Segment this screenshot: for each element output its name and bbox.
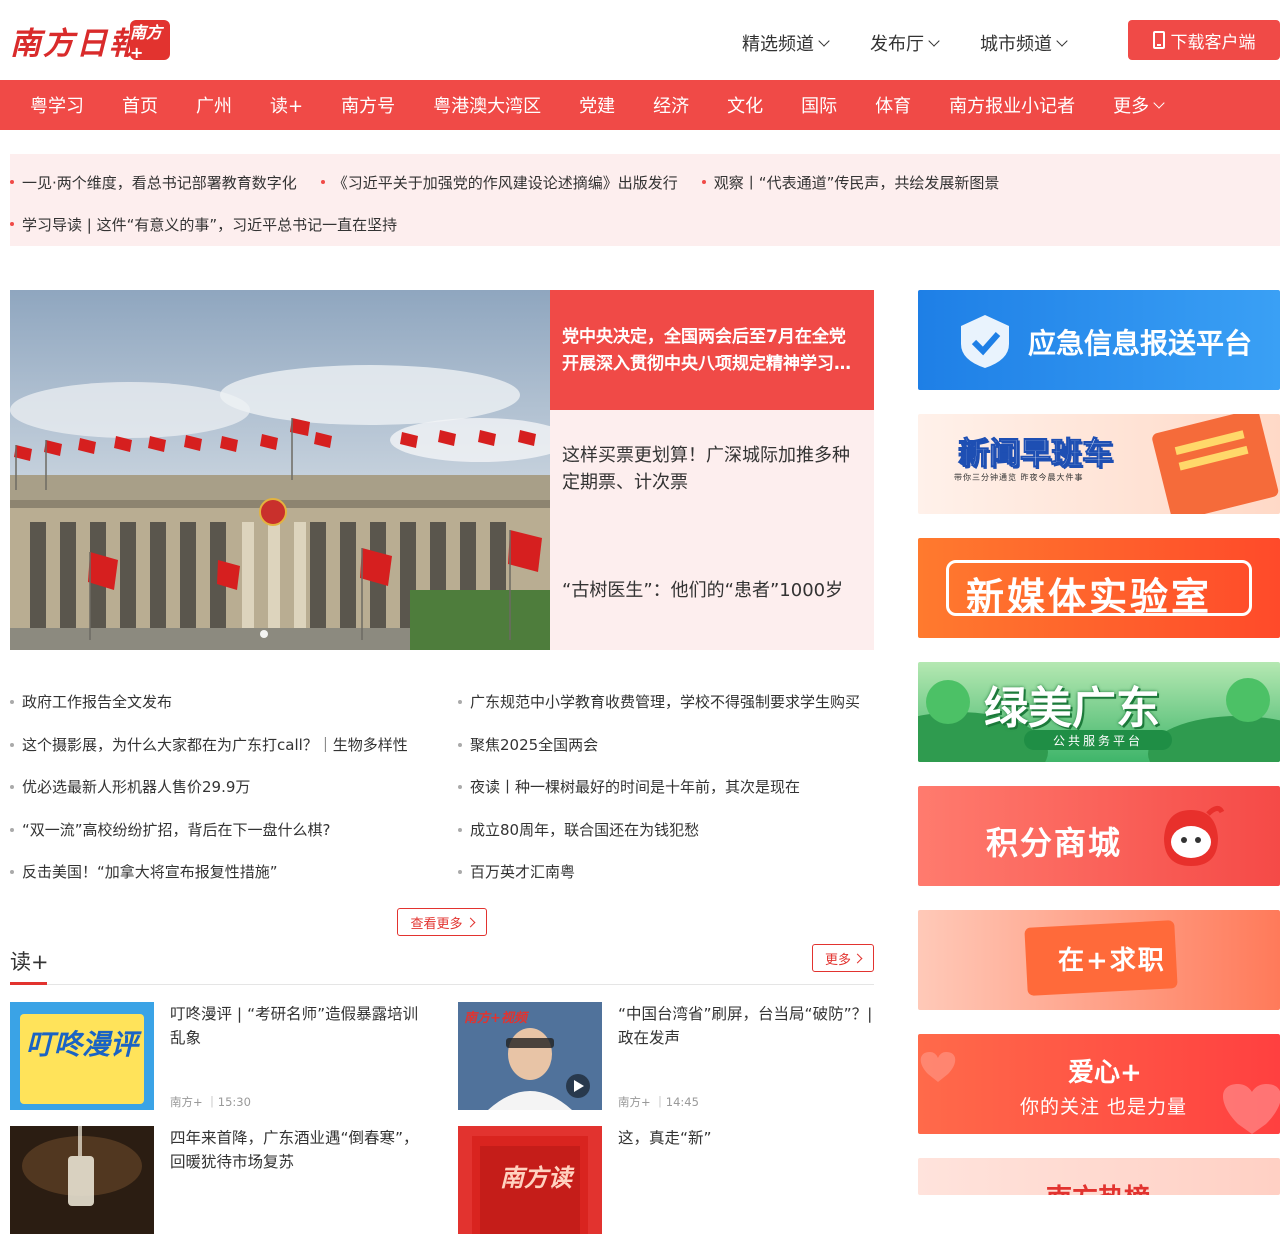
headline-list-right: 广东规范中小学教育收费管理，学校不得强制要求学生购买 聚焦2025全国两会 夜读… <box>458 690 874 903</box>
article-thumbnail: 南方+视频 <box>458 1002 602 1110</box>
headline-link[interactable]: 广东规范中小学教育收费管理，学校不得强制要求学生购买 <box>458 690 874 733</box>
hot-topic-link[interactable]: 学习导读 | 这件“有意义的事”，习近平总书记一直在坚持 <box>10 214 397 235</box>
carousel-title-active[interactable]: 党中央决定，全国两会后至7月在全党开展深入贯彻中央八项规定精神学习教育 <box>550 290 874 410</box>
site-logo[interactable]: 南方日報 <box>10 18 142 63</box>
headline-link[interactable]: 百万英才汇南粤 <box>458 860 874 903</box>
article-card[interactable]: 南方读 这，真走“新” <box>458 1126 878 1236</box>
see-more-button[interactable]: 查看更多 <box>397 908 487 936</box>
article-title: 叮咚漫评 | “考研名师”造假暴露培训乱象 <box>170 1005 419 1047</box>
hot-topic-link[interactable]: 《习近平关于加强党的作风建设论述摘编》出版发行 <box>320 172 678 193</box>
headline-link[interactable]: 这个摄影展，为什么大家都在为广东打call？｜生物多样性 <box>10 733 430 776</box>
section-title: 读+ <box>10 950 49 974</box>
nav-item[interactable]: 文化 <box>727 92 763 118</box>
thumb-text: 南方读 <box>500 1163 575 1192</box>
great-hall-photo <box>10 290 550 650</box>
section-more-button[interactable]: 更多 <box>812 944 874 972</box>
banner-love-plus[interactable]: 爱心+ 你的关注 也是力量 <box>918 1034 1280 1134</box>
chevron-right-icon <box>465 917 475 927</box>
chevron-down-icon <box>928 34 940 47</box>
nav-item-more[interactable]: 更多 <box>1113 92 1165 118</box>
nav-item[interactable]: 经济 <box>653 92 689 118</box>
nav-item[interactable]: 首页 <box>122 92 158 118</box>
nav-item[interactable]: 读+ <box>270 92 303 118</box>
main-nav: 粤学习 首页 广州 读+ 南方号 粤港澳大湾区 党建 经济 文化 国际 体育 南… <box>0 80 1280 130</box>
hot-topic-link[interactable]: 一见·两个维度，看总书记部署教育数字化 <box>10 172 297 193</box>
article-card[interactable]: 四年来首降，广东酒业遇“倒春寒”，回暖犹待市场复苏 <box>10 1126 430 1236</box>
article-meta: 南方+ ｜14:45 <box>618 1095 699 1109</box>
headline-link[interactable]: 夜读丨种一棵树最好的时间是十年前，其次是现在 <box>458 775 874 818</box>
article-thumbnail <box>10 1126 154 1234</box>
top-nav-city-channels[interactable]: 城市频道 <box>980 30 1068 56</box>
article-thumbnail: 南方读 <box>458 1126 602 1234</box>
top-nav-featured-channels[interactable]: 精选频道 <box>742 30 830 56</box>
top-nav: 精选频道 发布厅 城市频道 <box>742 30 1068 56</box>
section-title-underline <box>10 982 47 985</box>
carousel-title[interactable]: 这样买票更划算！广深城际加推多种定期票、计次票 <box>562 442 862 496</box>
shield-icon <box>961 315 1009 368</box>
banner-hot-list[interactable]: 南方热榜 <box>918 1158 1280 1195</box>
article-meta: 南方+ ｜15:30 <box>170 1095 251 1109</box>
chevron-down-icon <box>818 34 830 47</box>
mascot-icon <box>1164 806 1225 866</box>
article-title: 四年来首降，广东酒业遇“倒春寒”，回暖犹待市场复苏 <box>170 1129 419 1171</box>
article-card[interactable]: 叮咚漫评 叮咚漫评 | “考研名师”造假暴露培训乱象 南方+ ｜15:30 <box>10 1002 430 1112</box>
article-card[interactable]: 南方+视频 “中国台湾省”刷屏，台当局“破防”？| 政在发声 南方+ ｜14:4… <box>458 1002 878 1112</box>
banner-new-media-lab[interactable]: 新媒体实验室 <box>918 538 1280 638</box>
nav-item[interactable]: 党建 <box>579 92 615 118</box>
headline-link[interactable]: 反击美国！“加拿大将宣布报复性措施” <box>10 860 430 903</box>
nanfang-plus-logo[interactable]: 南方+ <box>130 20 170 62</box>
nav-item[interactable]: 粤港澳大湾区 <box>433 92 541 118</box>
nav-item[interactable]: 南方号 <box>341 92 395 118</box>
chevron-down-icon <box>1153 96 1165 109</box>
article-title: 这，真走“新” <box>618 1129 712 1147</box>
section-divider <box>10 984 874 985</box>
site-header: 南方日報 南方+ 精选频道 发布厅 城市频道 下载客户端 <box>0 0 1280 80</box>
article-title: “中国台湾省”刷屏，台当局“破防”？| 政在发声 <box>618 1005 873 1047</box>
nav-item[interactable]: 国际 <box>801 92 837 118</box>
headline-link[interactable]: 聚焦2025全国两会 <box>458 733 874 776</box>
headline-link[interactable]: 成立80周年，联合国还在为钱犯愁 <box>458 818 874 861</box>
headline-list-left: 政府工作报告全文发布 这个摄影展，为什么大家都在为广东打call？｜生物多样性 … <box>10 690 430 903</box>
thumb-text: 南方+视频 <box>464 1010 530 1026</box>
top-nav-press-hall[interactable]: 发布厅 <box>870 30 940 56</box>
banner-points-mall[interactable]: 积分商城 <box>918 786 1280 886</box>
headline-link[interactable]: 政府工作报告全文发布 <box>10 690 430 733</box>
nav-item[interactable]: 体育 <box>875 92 911 118</box>
banner-news-early-bus[interactable]: 新闻早班车 带你三分钟通览 昨夜今晨大件事 <box>918 414 1280 514</box>
banner-emergency-platform[interactable]: 应急信息报送平台 <box>918 290 1280 390</box>
chevron-right-icon <box>852 953 863 963</box>
nav-item[interactable]: 粤学习 <box>30 92 84 118</box>
hot-topic-link[interactable]: 观察丨“代表通道”传民声，共绘发展新图景 <box>701 172 999 193</box>
carousel-title[interactable]: “古树医生”：他们的“患者”1000岁 <box>562 577 862 604</box>
banner-green-guangdong[interactable]: 绿美广东 公共服务平台 <box>918 662 1280 762</box>
headline-link[interactable]: “双一流”高校纷纷扩招，背后在下一盘什么棋? <box>10 818 430 861</box>
phone-icon <box>1152 31 1165 49</box>
download-app-button[interactable]: 下载客户端 <box>1128 20 1280 60</box>
nav-item[interactable]: 广州 <box>196 92 232 118</box>
carousel-image[interactable] <box>10 290 550 650</box>
banner-job-search[interactable]: 在+求职 <box>918 910 1280 1010</box>
nav-item[interactable]: 南方报业小记者 <box>949 92 1075 118</box>
headline-link[interactable]: 优必选最新人形机器人售价29.9万 <box>10 775 430 818</box>
chevron-down-icon <box>1056 34 1068 47</box>
carousel-titles: 党中央决定，全国两会后至7月在全党开展深入贯彻中央八项规定精神学习教育 这样买票… <box>550 290 874 650</box>
hot-topics: 一见·两个维度，看总书记部署教育数字化 《习近平关于加强党的作风建设论述摘编》出… <box>10 154 1280 246</box>
thumb-text: 叮咚漫评 <box>26 1028 142 1061</box>
article-thumbnail: 叮咚漫评 <box>10 1002 154 1110</box>
